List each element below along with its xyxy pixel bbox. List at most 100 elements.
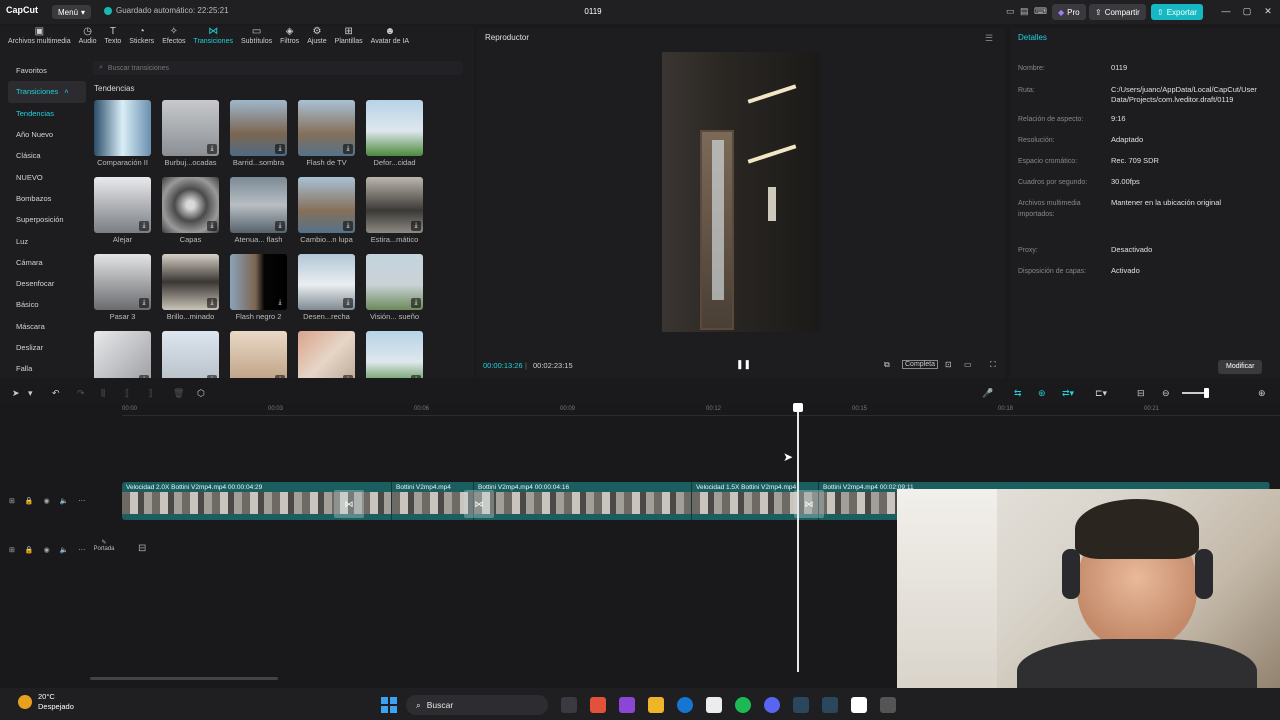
search-input[interactable]: ⌕ Buscar transiciones bbox=[93, 61, 463, 75]
download-icon[interactable]: ⤓ bbox=[275, 298, 285, 308]
spotify-icon[interactable] bbox=[735, 697, 751, 713]
transition-tile[interactable]: ⤓ Flash de TV bbox=[298, 100, 355, 167]
task-view-icon[interactable] bbox=[561, 697, 577, 713]
zoom-slider-handle[interactable] bbox=[1204, 388, 1209, 398]
microphone-icon[interactable]: 🎤 bbox=[982, 388, 993, 399]
quality-button[interactable]: Completa bbox=[902, 360, 938, 369]
transition-tile[interactable]: ⤓ bbox=[94, 331, 151, 378]
zoom-out-icon[interactable]: ⊖ bbox=[1162, 388, 1170, 399]
layout-alt-icon[interactable]: ▤ bbox=[1020, 6, 1029, 17]
app-icon[interactable] bbox=[880, 697, 896, 713]
more-icon[interactable]: ⋯ bbox=[78, 546, 85, 554]
video-clip[interactable]: Bottini V2mp4.mp4 00:00:04:16 bbox=[474, 482, 692, 520]
tab-ajuste[interactable]: ⚙ Ajuste bbox=[303, 26, 330, 52]
ratio-icon[interactable]: ▭ bbox=[964, 360, 972, 369]
transition-tile[interactable]: ⤓ bbox=[162, 331, 219, 378]
download-icon[interactable]: ⤓ bbox=[275, 221, 285, 231]
tab-transiciones[interactable]: ⋈ Transiciones bbox=[190, 26, 237, 52]
playhead-handle[interactable] bbox=[793, 403, 803, 412]
download-icon[interactable]: ⤓ bbox=[207, 144, 217, 154]
store-icon[interactable] bbox=[706, 697, 722, 713]
select-tool-icon[interactable]: ➤ bbox=[12, 388, 20, 399]
lock-icon[interactable]: 🔒 bbox=[25, 546, 34, 554]
tab-texto[interactable]: T Texto bbox=[101, 26, 126, 52]
transition-tile[interactable]: ⤓ bbox=[230, 331, 287, 378]
category-item[interactable]: Luz bbox=[8, 230, 86, 251]
track-icon[interactable]: ⊞ bbox=[9, 497, 15, 505]
redo-icon[interactable]: ↷ bbox=[77, 388, 85, 399]
download-icon[interactable]: ⤓ bbox=[207, 375, 217, 378]
download-icon[interactable]: ⤓ bbox=[411, 221, 421, 231]
download-icon[interactable]: ⤓ bbox=[411, 375, 421, 378]
transition-tile[interactable]: ⤓ Flash negro 2 bbox=[230, 254, 287, 321]
track-icon[interactable]: ⊞ bbox=[9, 546, 15, 554]
filmstrip-icon[interactable]: ⊟ bbox=[138, 543, 146, 554]
delete-icon[interactable]: 🗑 bbox=[173, 388, 184, 399]
split-right-icon[interactable]: ⟧ bbox=[148, 388, 152, 399]
transition-tile[interactable]: ⤓ Desen...recha bbox=[298, 254, 355, 321]
category-item[interactable]: Deslizar bbox=[8, 337, 86, 358]
tab-archivos-multimedia[interactable]: ▣ Archivos multimedia bbox=[0, 26, 75, 52]
zoom-in-icon[interactable]: ⊕ bbox=[1258, 388, 1266, 399]
tab-plantillas[interactable]: ⊞ Plantillas bbox=[331, 26, 367, 52]
download-icon[interactable]: ⤓ bbox=[207, 298, 217, 308]
transition-tile[interactable]: Defor...cidad bbox=[366, 100, 423, 167]
cover-button[interactable]: ✎ Portada bbox=[91, 539, 117, 561]
lock-icon[interactable]: 🔒 bbox=[25, 497, 34, 505]
steam-alt-icon[interactable] bbox=[822, 697, 838, 713]
eye-icon[interactable]: ◉ bbox=[44, 546, 50, 554]
minimize-icon[interactable]: — bbox=[1220, 6, 1232, 18]
transition-tile[interactable]: ⤓ Atenua... flash bbox=[230, 177, 287, 244]
download-icon[interactable]: ⤓ bbox=[343, 375, 353, 378]
download-icon[interactable]: ⤓ bbox=[343, 221, 353, 231]
transition-tile[interactable]: ⤓ Burbuj...ocadas bbox=[162, 100, 219, 167]
category-item[interactable]: Año Nuevo bbox=[8, 124, 86, 145]
download-icon[interactable]: ⤓ bbox=[343, 298, 353, 308]
download-icon[interactable]: ⤓ bbox=[343, 144, 353, 154]
modify-button[interactable]: Modificar bbox=[1218, 360, 1263, 374]
transition-tile[interactable]: ⤓ Barrid...sombra bbox=[230, 100, 287, 167]
category-item[interactable]: Clásica bbox=[8, 145, 86, 166]
app-icon[interactable] bbox=[619, 697, 635, 713]
download-icon[interactable]: ⤓ bbox=[275, 375, 285, 378]
shortcut-icon[interactable]: ⌨ bbox=[1034, 6, 1047, 17]
audio-icon[interactable]: 🔈 bbox=[60, 497, 69, 505]
category-item[interactable]: Favoritos bbox=[8, 60, 86, 81]
split-icon[interactable]: ⫼ bbox=[101, 388, 105, 399]
transition-tile[interactable]: ⤓ Capas bbox=[162, 177, 219, 244]
transition-tile[interactable]: ⤓ Brillo...minado bbox=[162, 254, 219, 321]
split-left-icon[interactable]: ⟦ bbox=[125, 388, 129, 399]
category-item[interactable]: NUEVO bbox=[8, 166, 86, 187]
link-icon[interactable]: ⇆ bbox=[1014, 388, 1022, 399]
fullscreen-icon[interactable]: ⛶ bbox=[990, 360, 996, 370]
category-item[interactable]: Transiciones ˄ bbox=[8, 81, 86, 103]
audio-icon[interactable]: 🔈 bbox=[60, 546, 69, 554]
download-icon[interactable]: ⤓ bbox=[411, 298, 421, 308]
tab-avatar-de-ia[interactable]: ☻ Avatar de IA bbox=[367, 26, 413, 52]
steam-icon[interactable] bbox=[793, 697, 809, 713]
aspect-ratio-icon[interactable]: ⧉ bbox=[884, 360, 890, 370]
category-item[interactable]: Superposición bbox=[8, 209, 86, 230]
preview-axis-icon[interactable]: ⇄▾ bbox=[1062, 388, 1074, 399]
transition-tile[interactable]: ⤓ Estira...mático bbox=[366, 177, 423, 244]
transition-marker-icon[interactable]: ⋈ bbox=[334, 490, 364, 518]
transition-tile[interactable]: ⤓ Alejar bbox=[94, 177, 151, 244]
export-button[interactable]: ⇧ Exportar bbox=[1151, 4, 1203, 20]
category-item[interactable]: Desenfocar bbox=[8, 273, 86, 294]
transition-marker-icon[interactable]: ⋈ bbox=[464, 490, 494, 518]
transition-tile[interactable]: ⤓ Visión... sueño bbox=[366, 254, 423, 321]
transition-tile[interactable]: ⤓ bbox=[298, 331, 355, 378]
eye-icon[interactable]: ◉ bbox=[44, 497, 50, 505]
caption-icon[interactable]: ⊟ bbox=[1137, 388, 1145, 399]
more-icon[interactable]: ⋯ bbox=[78, 497, 85, 505]
tab-audio[interactable]: ◷ Audio bbox=[75, 26, 101, 52]
download-icon[interactable]: ⤓ bbox=[139, 375, 149, 378]
category-item[interactable]: Tendencias bbox=[8, 103, 86, 124]
taskbar-search[interactable]: ⌕ Buscar bbox=[406, 695, 548, 715]
discord-icon[interactable] bbox=[764, 697, 780, 713]
download-icon[interactable]: ⤓ bbox=[275, 144, 285, 154]
transition-tile[interactable]: ⤓ Cambio...n lupa bbox=[298, 177, 355, 244]
tab-efectos[interactable]: ✧ Efectos bbox=[158, 26, 189, 52]
category-item[interactable]: Básico bbox=[8, 294, 86, 315]
category-item[interactable]: Falla bbox=[8, 358, 86, 379]
